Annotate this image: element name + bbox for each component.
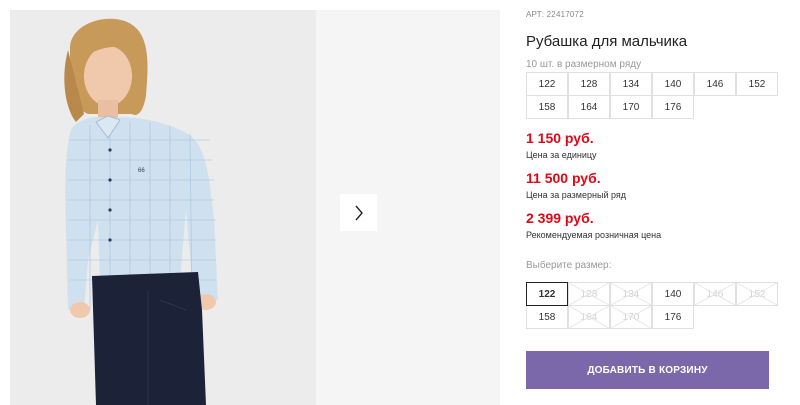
- size-row-cell: 128: [568, 72, 610, 96]
- size-row-cell: 140: [652, 72, 694, 96]
- article-number: АРТ: 22417072: [526, 10, 584, 19]
- unavailable-cross-icon: [611, 283, 651, 305]
- size-option-164: 164: [568, 305, 610, 329]
- svg-text:66: 66: [138, 168, 145, 174]
- unavailable-cross-icon: [695, 283, 735, 305]
- size-option-134: 134: [610, 282, 652, 306]
- unavailable-cross-icon: [569, 283, 609, 305]
- unavailable-cross-icon: [737, 283, 777, 305]
- size-picker: 122 128134 140 146152 158 164170 176: [526, 282, 778, 329]
- size-row-cell: 152: [736, 72, 778, 96]
- size-option-122[interactable]: 122: [526, 282, 568, 306]
- unavailable-cross-icon: [611, 306, 651, 328]
- next-photo-button[interactable]: [340, 194, 377, 231]
- chevron-right-icon: [354, 205, 363, 220]
- size-row-cell: 134: [610, 72, 652, 96]
- size-option-label: 140: [664, 288, 682, 300]
- size-option-140[interactable]: 140: [652, 282, 694, 306]
- product-page: 66 АРТ: 22417072 Рубашка для мальчика 10…: [0, 0, 800, 405]
- size-option-170: 170: [610, 305, 652, 329]
- size-option-label: 122: [538, 288, 556, 300]
- choose-size-label: Выберите размер:: [526, 260, 612, 271]
- size-option-158[interactable]: 158: [526, 305, 568, 329]
- size-option-label: 176: [664, 311, 682, 323]
- product-photo[interactable]: 66: [10, 10, 316, 405]
- size-row-cell: 158: [526, 95, 568, 119]
- size-option-label: 158: [538, 311, 556, 323]
- row-price-label: Цена за размерный ряд: [526, 190, 627, 200]
- add-to-cart-button[interactable]: ДОБАВИТЬ В КОРЗИНУ: [526, 351, 769, 389]
- size-row-cell: 176: [652, 95, 694, 119]
- retail-price: 2 399 руб.: [526, 210, 594, 226]
- boy-in-shirt-image: 66: [10, 10, 316, 405]
- size-row-cell: 146: [694, 72, 736, 96]
- size-row-cell: 122: [526, 72, 568, 96]
- size-option-176[interactable]: 176: [652, 305, 694, 329]
- pack-note: 10 шт. в размерном ряду: [526, 59, 642, 70]
- row-price: 11 500 руб.: [526, 170, 601, 186]
- product-info-panel: АРТ: 22417072 Рубашка для мальчика 10 шт…: [526, 0, 800, 405]
- unit-price: 1 150 руб.: [526, 130, 594, 146]
- size-row-table: 122 128 134 140 146 152 158 164 170 176: [526, 72, 778, 119]
- size-row-cell: 164: [568, 95, 610, 119]
- unit-price-label: Цена за единицу: [526, 150, 597, 160]
- product-title: Рубашка для мальчика: [526, 33, 688, 50]
- size-option-146: 146: [694, 282, 736, 306]
- size-row-cell: 170: [610, 95, 652, 119]
- unavailable-cross-icon: [569, 306, 609, 328]
- retail-price-label: Рекомендуемая розничная цена: [526, 230, 662, 240]
- size-option-128: 128: [568, 282, 610, 306]
- size-option-152: 152: [736, 282, 778, 306]
